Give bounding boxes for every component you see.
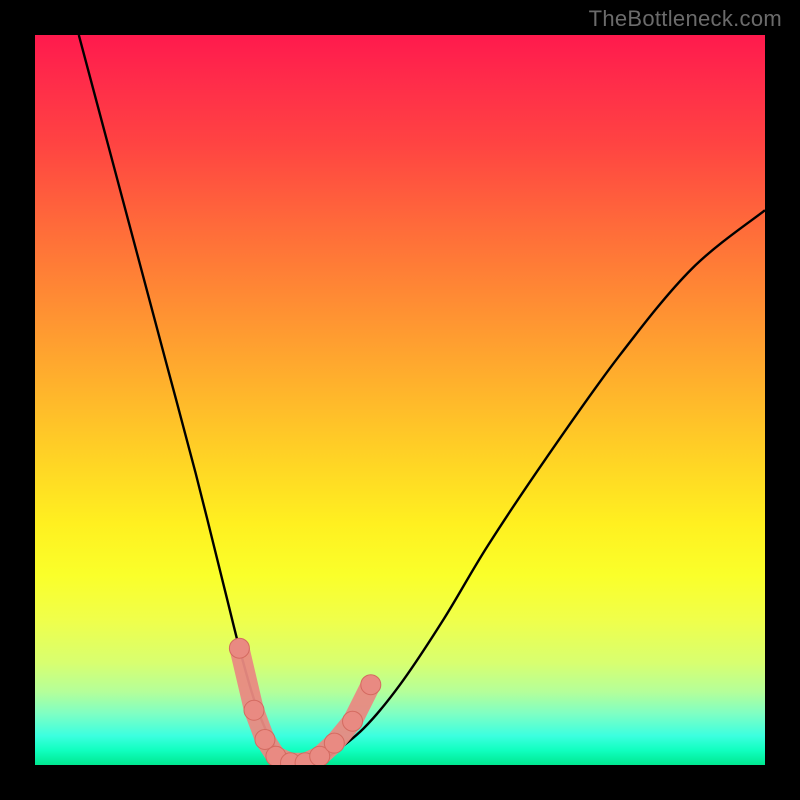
- marker-dot: [255, 729, 275, 749]
- marker-dot: [343, 711, 363, 731]
- bottleneck-curve: [35, 35, 765, 765]
- marker-dot: [324, 733, 344, 753]
- curve-markers: [229, 638, 380, 765]
- marker-dot: [229, 638, 249, 658]
- chart-frame: TheBottleneck.com: [0, 0, 800, 800]
- watermark-text: TheBottleneck.com: [589, 6, 782, 32]
- marker-dot: [244, 700, 264, 720]
- plot-area: [35, 35, 765, 765]
- marker-dot: [361, 675, 381, 695]
- curve-path: [79, 35, 765, 765]
